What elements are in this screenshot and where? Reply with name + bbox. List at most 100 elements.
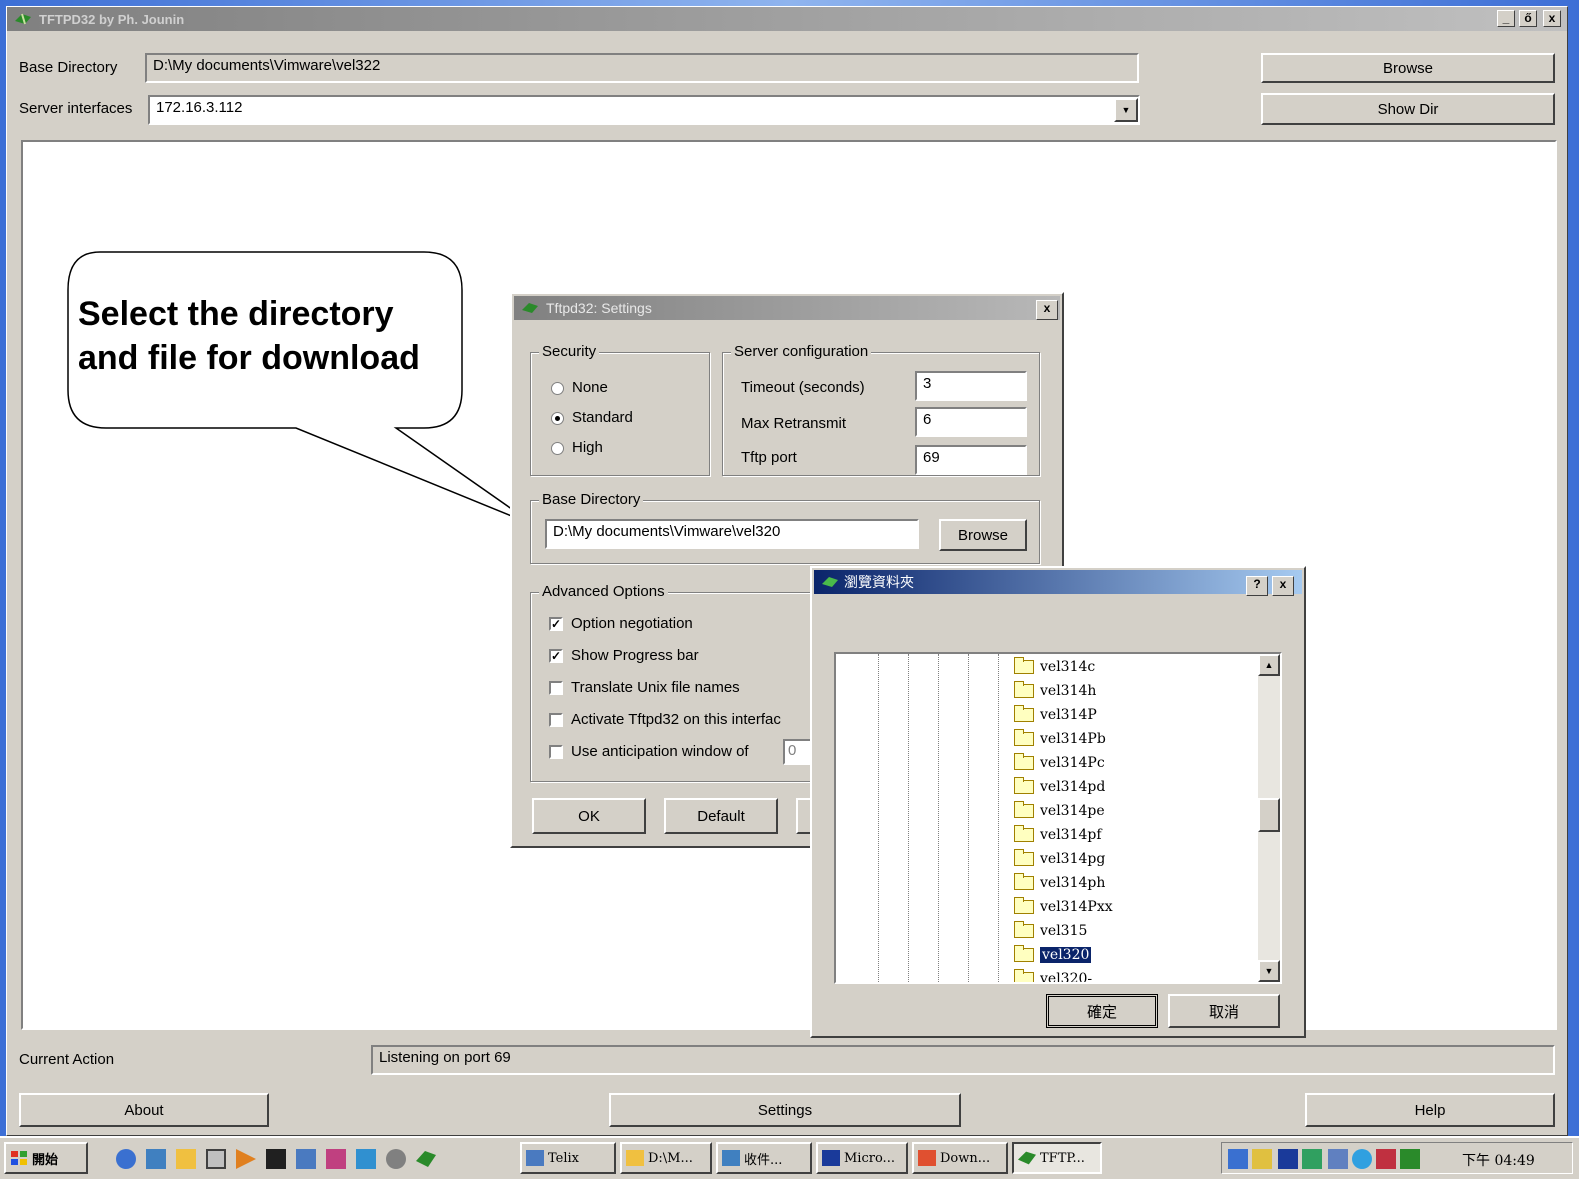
- checkbox-icon: [549, 745, 563, 760]
- browse-cancel-button[interactable]: 取消: [1168, 994, 1280, 1028]
- antivirus-icon[interactable]: [1352, 1149, 1372, 1169]
- tftpd-quicklaunch-icon[interactable]: [416, 1151, 436, 1167]
- browse-button[interactable]: Browse: [1261, 53, 1555, 83]
- input-method-icon[interactable]: [1278, 1149, 1298, 1169]
- callout-text: Select the directory and file for downlo…: [78, 292, 420, 380]
- folder-item[interactable]: vel314pg: [1014, 848, 1105, 870]
- terminal-icon[interactable]: [266, 1149, 286, 1169]
- security-radio-high[interactable]: High: [551, 439, 603, 456]
- clock[interactable]: 下午 04:49: [1462, 1150, 1535, 1170]
- start-button[interactable]: 開始: [4, 1142, 88, 1174]
- folder-item[interactable]: vel314Pc: [1014, 752, 1105, 774]
- show-progress-checkbox[interactable]: ✓ Show Progress bar: [549, 647, 699, 664]
- scroll-up-icon[interactable]: ▲: [1258, 654, 1280, 676]
- folder-label: vel314Pb: [1040, 731, 1106, 747]
- folder-item[interactable]: vel314pf: [1014, 824, 1102, 846]
- outlook-icon[interactable]: [146, 1149, 166, 1169]
- network-tray-icon[interactable]: [1228, 1149, 1248, 1169]
- folder-item[interactable]: vel320-: [1014, 968, 1092, 982]
- tftpd-app-icon: [522, 303, 538, 313]
- tftp-port-field[interactable]: 69: [915, 445, 1027, 475]
- timeout-field[interactable]: 3: [915, 371, 1027, 401]
- settings-ok-button[interactable]: OK: [532, 798, 646, 834]
- task-word[interactable]: Micro...: [816, 1142, 908, 1174]
- task-tftpd[interactable]: TFTP...: [1012, 1142, 1102, 1174]
- folder-item[interactable]: vel314h: [1014, 680, 1096, 702]
- base-directory-field[interactable]: D:\My documents\Vimware\vel322: [145, 53, 1139, 83]
- security-radio-none[interactable]: None: [551, 379, 608, 396]
- task-inbox[interactable]: 收件...: [716, 1142, 812, 1174]
- option-negotiation-label: Option negotiation: [571, 615, 693, 632]
- folder-item[interactable]: vel314P: [1014, 704, 1097, 726]
- folder-label: vel314pf: [1040, 827, 1102, 843]
- server-config-title: Server configuration: [731, 343, 872, 360]
- folder-label: vel315: [1040, 923, 1088, 939]
- search-icon[interactable]: [386, 1149, 406, 1169]
- keyboard-icon[interactable]: [1302, 1149, 1322, 1169]
- task-label: TFTP...: [1040, 1150, 1085, 1166]
- security-group-title: Security: [539, 343, 600, 360]
- server-interfaces-dropdown-icon[interactable]: ▼: [1114, 98, 1138, 122]
- security-radio-standard[interactable]: Standard: [551, 409, 633, 426]
- desktop-icon[interactable]: [176, 1149, 196, 1169]
- messenger-icon[interactable]: [1376, 1149, 1396, 1169]
- settings-close-button[interactable]: x: [1036, 300, 1058, 320]
- task-telix[interactable]: Telix: [520, 1142, 616, 1174]
- paint-icon[interactable]: [326, 1149, 346, 1169]
- browse-ok-button[interactable]: 確定: [1046, 994, 1158, 1028]
- task-label: Micro...: [844, 1150, 895, 1166]
- folder-item[interactable]: vel314Pxx: [1014, 896, 1113, 918]
- telix-icon[interactable]: [296, 1149, 316, 1169]
- browse-dialog-title-bar[interactable]: 瀏覽資料夾: [814, 570, 1302, 594]
- network-icon[interactable]: [356, 1149, 376, 1169]
- anticipation-window-checkbox[interactable]: Use anticipation window of: [549, 743, 749, 760]
- tftpd-tray-icon[interactable]: [1400, 1149, 1420, 1169]
- close-button[interactable]: x: [1543, 10, 1561, 27]
- option-negotiation-checkbox[interactable]: ✓ Option negotiation: [549, 615, 693, 632]
- activate-interface-checkbox[interactable]: Activate Tftpd32 on this interfac: [549, 711, 781, 728]
- main-title-bar[interactable]: TFTPD32 by Ph. Jounin: [7, 7, 1567, 31]
- folder-item[interactable]: vel314pe: [1014, 800, 1105, 822]
- translate-unix-checkbox[interactable]: Translate Unix file names: [549, 679, 740, 696]
- settings-button[interactable]: Settings: [609, 1093, 961, 1127]
- max-retransmit-field[interactable]: 6: [915, 407, 1027, 437]
- about-button[interactable]: About: [19, 1093, 269, 1127]
- tree-guide-line: [968, 654, 969, 982]
- media-player-icon[interactable]: [236, 1149, 256, 1169]
- tree-guide-line: [878, 654, 879, 982]
- folder-item[interactable]: vel314Pb: [1014, 728, 1106, 750]
- task-explorer[interactable]: D:\M...: [620, 1142, 712, 1174]
- tree-guide-line: [938, 654, 939, 982]
- settings-default-label: Default: [697, 807, 745, 825]
- task-download[interactable]: Down...: [912, 1142, 1008, 1174]
- ie-icon[interactable]: [116, 1149, 136, 1169]
- folder-item[interactable]: vel314ph: [1014, 872, 1105, 894]
- folder-tree-scrollbar[interactable]: ▲ ▼: [1258, 654, 1280, 982]
- scroll-thumb[interactable]: [1258, 798, 1280, 832]
- scroll-down-icon[interactable]: ▼: [1258, 960, 1280, 982]
- advanced-options-title: Advanced Options: [539, 583, 668, 600]
- minimize-button[interactable]: _: [1497, 10, 1515, 27]
- folder-tree[interactable]: vel314c vel314h vel314P vel314Pb vel314P…: [834, 652, 1282, 984]
- show-dir-button[interactable]: Show Dir: [1261, 93, 1555, 125]
- window-icon[interactable]: [206, 1149, 226, 1169]
- help-button[interactable]: Help: [1305, 1093, 1555, 1127]
- browse-close-button[interactable]: x: [1272, 576, 1294, 596]
- folder-item-selected[interactable]: vel320: [1014, 944, 1092, 966]
- browse-help-button[interactable]: ?: [1246, 576, 1268, 596]
- settings-dialog-title-bar[interactable]: Tftpd32: Settings: [514, 296, 1060, 320]
- monitor-icon[interactable]: [1328, 1149, 1348, 1169]
- checkbox-checked-icon: ✓: [549, 649, 563, 664]
- folder-item[interactable]: vel314pd: [1014, 776, 1105, 798]
- volume-icon[interactable]: [1252, 1149, 1272, 1169]
- settings-base-directory-field[interactable]: D:\My documents\Vimware\vel320: [545, 519, 919, 549]
- server-interfaces-select[interactable]: 172.16.3.112: [148, 95, 1140, 125]
- base-directory-label: Base Directory: [19, 59, 118, 76]
- folder-item[interactable]: vel315: [1014, 920, 1087, 942]
- folder-icon: [1014, 921, 1034, 938]
- folder-item[interactable]: vel314c: [1014, 656, 1095, 678]
- restore-button[interactable]: ő: [1519, 10, 1537, 27]
- translate-unix-label: Translate Unix file names: [571, 679, 740, 696]
- settings-browse-button[interactable]: Browse: [939, 519, 1027, 551]
- settings-default-button[interactable]: Default: [664, 798, 778, 834]
